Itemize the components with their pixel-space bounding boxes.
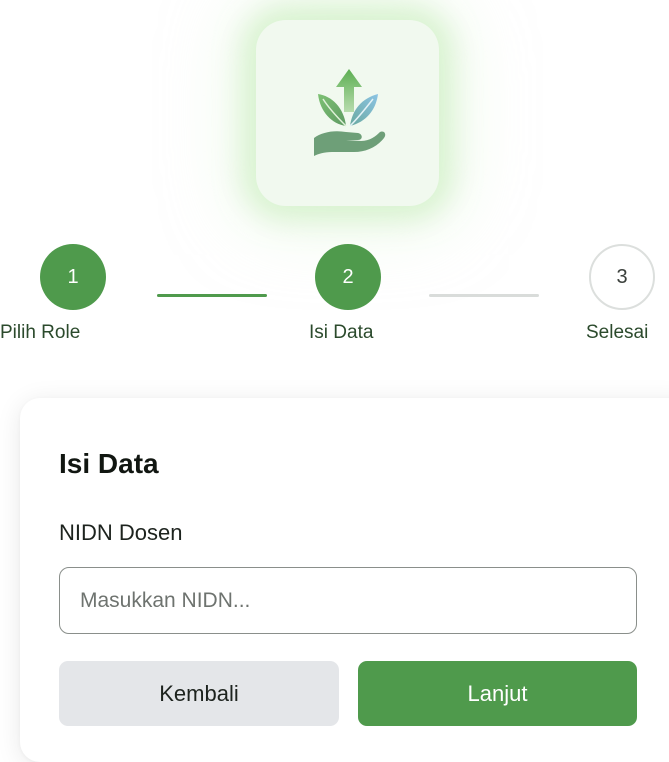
- step-1-circle: 1: [40, 244, 106, 310]
- nidn-input[interactable]: [59, 567, 637, 634]
- nidn-field-label: NIDN Dosen: [59, 520, 183, 545]
- next-button[interactable]: Lanjut: [358, 661, 637, 726]
- form-title: Isi Data: [59, 448, 159, 479]
- step-connector-1-2: [157, 294, 267, 297]
- step-3-label: Selesai: [586, 322, 649, 343]
- back-button[interactable]: Kembali: [59, 661, 339, 726]
- registration-page: 1 Pilih Role 2 Isi Data 3 Selesai Isi Da…: [0, 0, 669, 762]
- step-2-label: Isi Data: [309, 322, 374, 343]
- step-2-number: 2: [342, 265, 354, 288]
- step-3-number: 3: [616, 265, 628, 288]
- step-2-circle: 2: [315, 244, 381, 310]
- step-connector-2-3: [429, 294, 539, 297]
- step-1-number: 1: [67, 265, 79, 288]
- step-3-circle: 3: [589, 244, 655, 310]
- step-1-label: Pilih Role: [0, 322, 81, 343]
- growth-plant-hand-icon: [314, 69, 386, 156]
